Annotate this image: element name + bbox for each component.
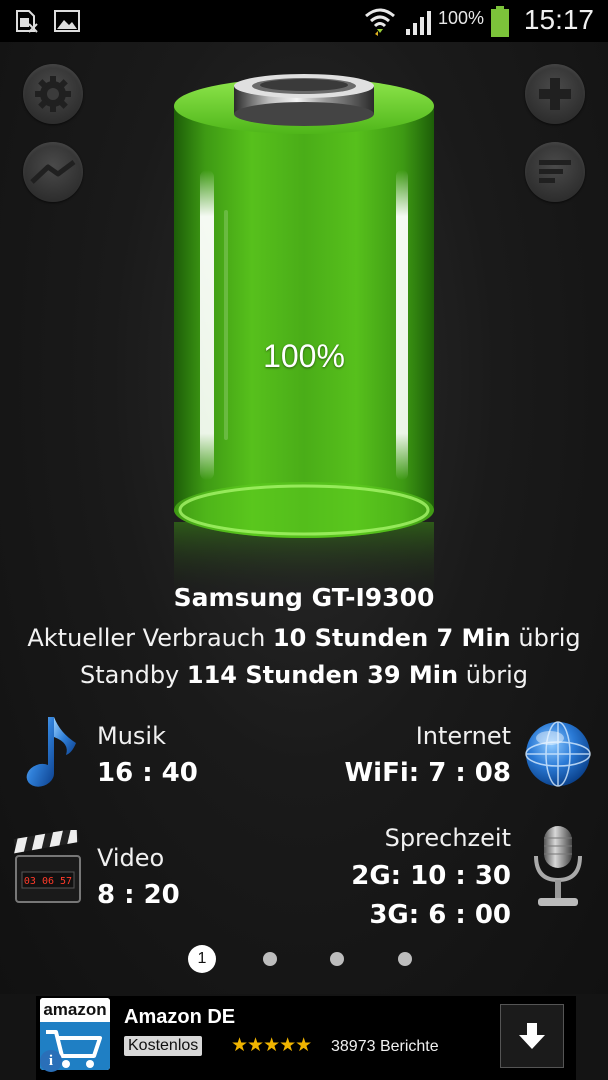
usage-line: Aktueller Verbrauch 10 Stunden 7 Min übr… [0, 624, 608, 652]
ad-info-icon[interactable]: i [40, 1050, 62, 1072]
signal-icon [406, 11, 431, 35]
ad-banner[interactable]: amazon i Amazon DE Kostenlos ★★★★★ 38973… [36, 996, 576, 1080]
standby-line: Standby 114 Stunden 39 Min übrig [0, 661, 608, 689]
ad-rating-stars: ★★★★★ [231, 1034, 312, 1056]
microphone-icon [534, 826, 582, 906]
talk-label: Sprechzeit [384, 824, 511, 852]
settings-button[interactable] [23, 64, 83, 124]
clapperboard-icon: 03 06 57 [13, 830, 81, 903]
page-dot-1[interactable]: 1 [188, 945, 216, 973]
globe-icon [525, 721, 591, 787]
talk-2g-value: 2G: 10 : 30 [351, 861, 511, 891]
usage-value: 10 Stunden 7 Min [272, 624, 511, 652]
video-clock-text: 03 06 57 [24, 876, 72, 887]
page-dot-2[interactable] [263, 952, 277, 966]
gallery-icon [54, 10, 80, 32]
internet-value: WiFi: 7 : 08 [344, 758, 512, 788]
wifi-icon [365, 8, 395, 36]
video-value: 8 : 20 [97, 880, 180, 910]
ad-price-badge: Kostenlos [124, 1036, 203, 1056]
battery-icon [491, 6, 509, 37]
music-value: 16 : 40 [97, 758, 198, 788]
standby-suffix: übrig [465, 661, 528, 689]
battery-percent-text: 100% [438, 8, 485, 28]
talk-3g-value: 3G: 6 : 00 [369, 900, 511, 930]
ad-title: Amazon DE [124, 1006, 236, 1028]
usage-suffix: übrig [518, 624, 581, 652]
plus-icon [539, 78, 571, 110]
device-name: Samsung GT-I9300 [173, 583, 435, 612]
clock: 15:17 [523, 4, 594, 35]
history-chart-button[interactable] [23, 142, 83, 202]
battery-graphic [174, 74, 434, 600]
amazon-logo-text: amazon [40, 998, 110, 1022]
add-button[interactable] [525, 64, 585, 124]
list-icon [539, 160, 571, 183]
sim-card-missing-icon [16, 10, 38, 33]
ad-review-count: 38973 Berichte [331, 1038, 439, 1055]
usage-prefix: Aktueller Verbrauch [27, 624, 266, 652]
music-note-icon [26, 717, 76, 787]
internet-label: Internet [415, 722, 511, 750]
video-label: Video [97, 844, 165, 872]
ad-download-button[interactable] [500, 1004, 564, 1068]
standby-prefix: Standby [80, 661, 180, 689]
standby-value: 114 Stunden 39 Min [186, 661, 459, 689]
download-arrow-icon [519, 1023, 545, 1049]
page-indicator: 1 [0, 944, 608, 974]
gear-icon [35, 76, 71, 112]
page-dot-3[interactable] [330, 952, 344, 966]
menu-list-button[interactable] [525, 142, 585, 202]
music-label: Musik [97, 722, 166, 750]
status-bar: 100% 15:17 [0, 0, 608, 42]
battery-gauge: 100% [170, 70, 438, 600]
page-dot-4[interactable] [398, 952, 412, 966]
battery-level-text: 100% [263, 338, 345, 374]
line-chart-icon [30, 160, 76, 184]
